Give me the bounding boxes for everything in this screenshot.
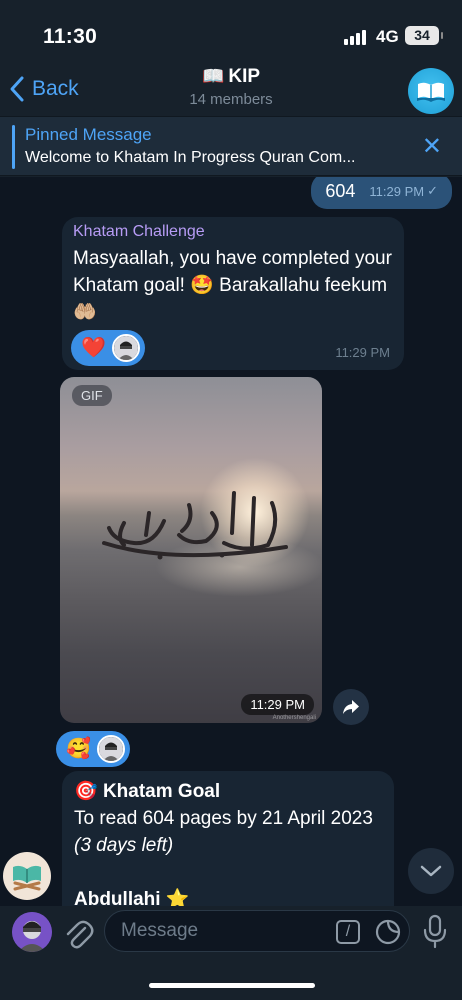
message-input[interactable] — [121, 911, 321, 951]
calligraphy-image — [102, 491, 288, 560]
message-time-text: 11:29 PM — [369, 183, 425, 199]
sender-name[interactable]: Khatam Challenge — [73, 223, 205, 241]
chevron-down-icon — [420, 865, 442, 877]
goal-line: To read 604 pages by 21 April 2023 — [74, 808, 373, 829]
gif-time: 11:29 PM — [241, 694, 314, 715]
status-bar: 11:30 4G 34 — [0, 0, 462, 64]
reaction-pill[interactable]: 🥰 — [56, 731, 130, 767]
battery-icon: 34 — [405, 26, 443, 45]
attachment-icon[interactable] — [62, 916, 94, 952]
home-indicator[interactable] — [149, 983, 315, 988]
forward-icon — [343, 700, 359, 714]
pinned-text: Welcome to Khatam In Progress Quran Com.… — [25, 149, 356, 166]
chat-header: Back 📖 KIP 14 members — [0, 64, 462, 116]
message-field[interactable]: / — [104, 910, 410, 952]
incoming-message[interactable]: 🎯 Khatam Goal To read 604 pages by 21 Ap… — [62, 771, 394, 907]
smiling-face-hearts-reaction-icon: 🥰 — [66, 738, 91, 760]
reaction-pill[interactable]: ❤️ — [71, 330, 145, 366]
bot-commands-button[interactable]: / — [336, 920, 360, 944]
member-name-text: Abdullahi — [74, 889, 161, 907]
member-name: Abdullahi ⭐ — [74, 887, 190, 907]
goal-title: 🎯 Khatam Goal — [74, 779, 220, 803]
check-icon: ✓ — [427, 183, 438, 198]
pinned-title: Pinned Message — [25, 125, 152, 144]
quran-stand-icon — [13, 865, 41, 891]
gif-message[interactable]: GIF 11:29 PM Anothershengali — [60, 377, 322, 723]
message-time: 11:29 PM ✓ — [369, 183, 438, 199]
gif-badge: GIF — [72, 385, 112, 406]
star-icon: ⭐ — [165, 889, 190, 907]
pinned-indicator — [12, 125, 15, 169]
message-input-bar: / — [0, 906, 462, 1000]
message-text: 604 — [325, 180, 356, 201]
scroll-down-button[interactable] — [408, 848, 454, 894]
goal-text: To read 604 pages by 21 April 2023 (3 da… — [74, 805, 384, 859]
close-icon[interactable]: ✕ — [422, 135, 442, 159]
message-text: Masyaallah, you have completed your Khat… — [73, 248, 392, 323]
reactor-avatar — [96, 735, 125, 763]
pinned-message-bar[interactable]: Pinned Message Welcome to Khatam In Prog… — [0, 116, 462, 176]
sender-avatar[interactable] — [3, 852, 51, 900]
heart-reaction-icon: ❤️ — [81, 337, 106, 359]
send-as-avatar[interactable] — [12, 912, 52, 952]
goal-title-text: Khatam Goal — [102, 781, 221, 802]
message-list[interactable]: 604 11:29 PM ✓ Khatam Challenge Masyaalla… — [0, 177, 462, 907]
share-button[interactable] — [333, 689, 369, 725]
incoming-message[interactable]: Khatam Challenge Masyaallah, you have co… — [62, 217, 404, 370]
target-icon: 🎯 — [74, 781, 98, 802]
open-book-icon — [417, 82, 445, 102]
chat-title-area[interactable]: 📖 KIP 14 members — [0, 66, 462, 108]
reactor-avatar — [111, 334, 140, 362]
outgoing-message[interactable]: 604 11:29 PM ✓ — [311, 177, 452, 209]
group-avatar[interactable] — [408, 68, 454, 114]
signal-icon — [344, 29, 366, 45]
status-time: 11:30 — [43, 25, 98, 48]
gif-watermark: Anothershengali — [272, 715, 316, 721]
chat-title-text: KIP — [228, 66, 261, 87]
network-label: 4G — [376, 27, 399, 46]
member-count: 14 members — [189, 91, 273, 108]
book-icon: 📖 — [201, 66, 225, 86]
microphone-icon[interactable] — [420, 914, 450, 950]
message-time: 11:29 PM — [335, 345, 390, 360]
goal-days-left: (3 days left) — [74, 835, 174, 856]
sticker-icon[interactable] — [375, 919, 401, 945]
chat-title: 📖 KIP — [0, 66, 462, 88]
